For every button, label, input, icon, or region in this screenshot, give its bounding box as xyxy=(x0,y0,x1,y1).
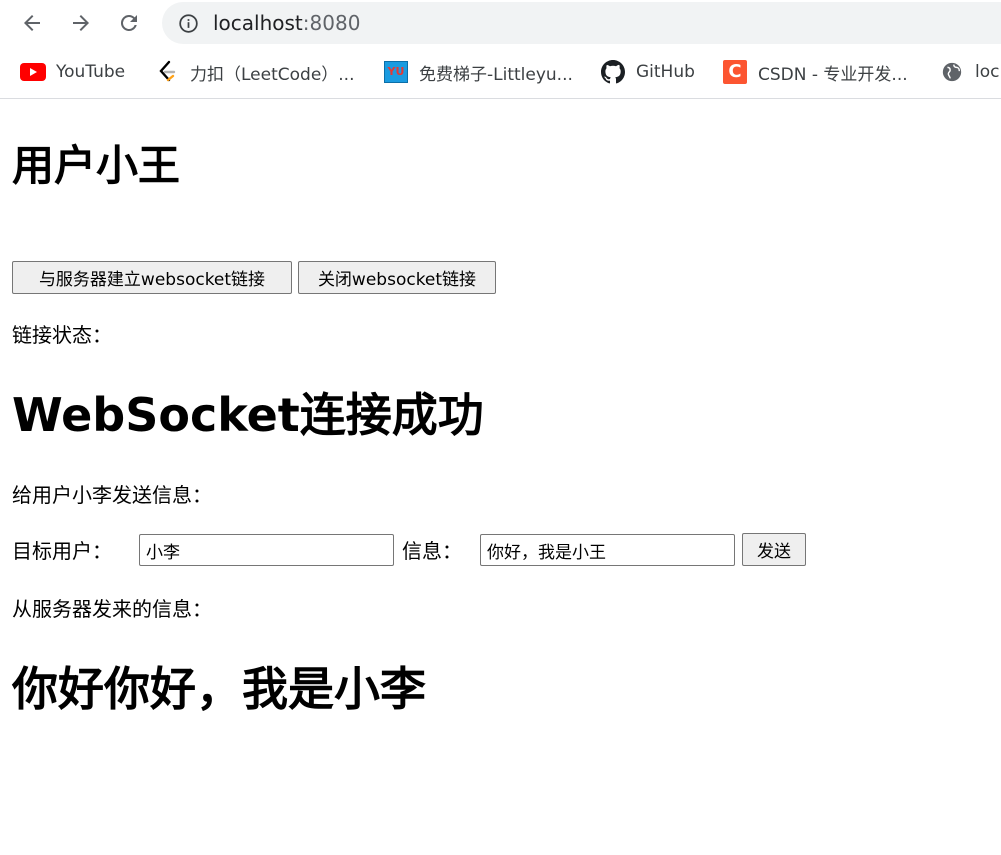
received-message: 你好你好，我是小李 xyxy=(12,662,426,716)
bookmark-label: 力扣（LeetCode）... xyxy=(190,64,355,85)
littleyu-icon: YU xyxy=(383,60,409,84)
page-title: 用户小王 xyxy=(12,141,181,190)
bookmark-label: 免费梯子-Littleyu... xyxy=(419,64,573,85)
message-label: 信息： xyxy=(402,539,462,563)
status-label: 链接状态： xyxy=(12,323,112,347)
send-button[interactable]: 发送 xyxy=(742,533,806,566)
bookmark-youtube[interactable]: YouTube xyxy=(20,60,125,84)
forward-button[interactable] xyxy=(66,8,96,38)
back-button[interactable] xyxy=(17,8,47,38)
url-host: localhost xyxy=(213,11,303,35)
chrome-divider xyxy=(0,98,1001,99)
target-user-input[interactable] xyxy=(139,534,394,566)
bookmark-label: YouTube xyxy=(56,62,126,82)
bookmark-csdn[interactable]: C CSDN - 专业开发... xyxy=(722,60,908,85)
status-value: WebSocket连接成功 xyxy=(12,388,484,442)
url-text: localhost:8080 xyxy=(213,11,360,35)
bookmark-leetcode[interactable]: 力扣（LeetCode）... xyxy=(154,60,355,85)
connect-websocket-button[interactable]: 与服务器建立websocket链接 xyxy=(12,261,292,294)
github-icon xyxy=(600,60,626,84)
reload-icon xyxy=(120,14,137,31)
browser-chrome: localhost:8080 YouTube 力扣（LeetCode）... Y… xyxy=(0,0,1001,99)
send-heading: 给用户小李发送信息： xyxy=(12,483,212,507)
target-user-label: 目标用户： xyxy=(12,539,112,563)
bookmark-label: CSDN - 专业开发... xyxy=(758,64,908,85)
bookmark-label: loc xyxy=(975,62,1000,82)
reload-button[interactable] xyxy=(114,8,144,38)
bookmarks-bar: YouTube 力扣（LeetCode）... YU 免费梯子-Littleyu… xyxy=(0,53,1001,91)
received-label: 从服务器发来的信息： xyxy=(12,597,212,621)
bookmark-label: GitHub xyxy=(636,62,695,82)
csdn-icon: C xyxy=(722,60,748,84)
leetcode-icon xyxy=(154,60,180,84)
url-port: :8080 xyxy=(302,11,361,35)
youtube-icon xyxy=(20,60,46,84)
close-websocket-button[interactable]: 关闭websocket链接 xyxy=(298,261,496,294)
message-input[interactable] xyxy=(480,534,735,566)
bookmark-github[interactable]: GitHub xyxy=(600,60,695,84)
forward-arrow-icon xyxy=(73,15,89,31)
bookmark-littleyu[interactable]: YU 免费梯子-Littleyu... xyxy=(383,60,573,85)
back-arrow-icon xyxy=(24,15,40,31)
site-info-icon[interactable] xyxy=(178,13,199,34)
address-bar[interactable]: localhost:8080 xyxy=(162,2,1001,44)
globe-icon xyxy=(939,60,965,84)
bookmark-localhost[interactable]: loc xyxy=(939,60,999,84)
